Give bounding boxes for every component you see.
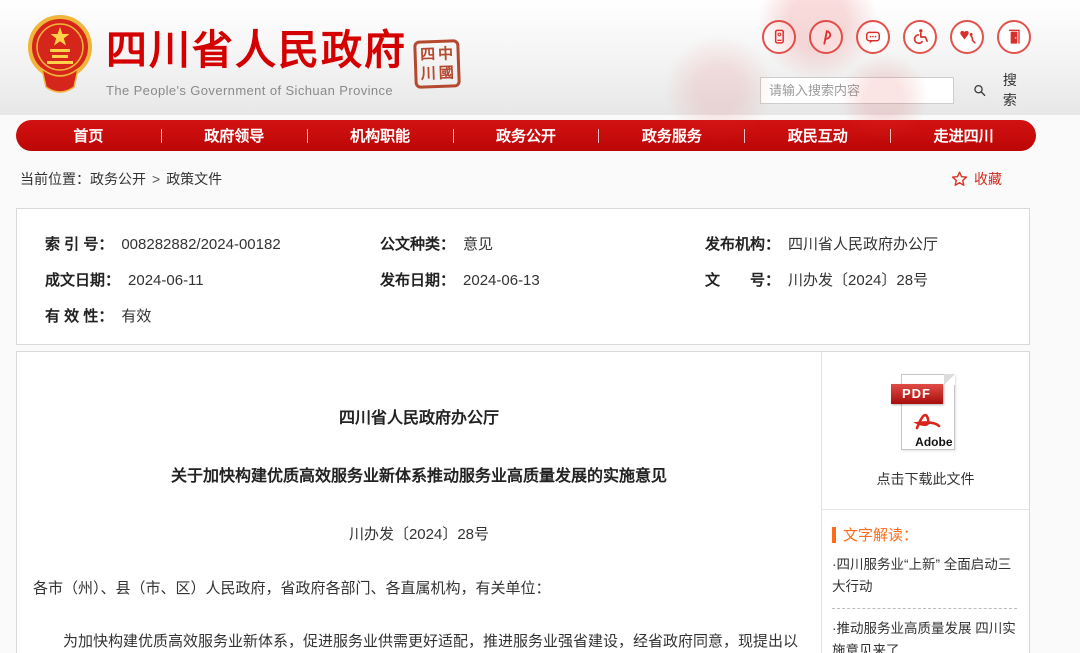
meta-label: 成文日期： <box>45 272 121 289</box>
site-title-link[interactable]: 四川省人民政府 The People's Government of Sichu… <box>106 16 407 98</box>
meta-label: 发布日期： <box>380 272 456 289</box>
site-title: 四川省人民政府 <box>106 27 407 73</box>
star-icon <box>951 171 968 186</box>
nav-item-home[interactable]: 首页 <box>16 125 161 146</box>
meta-field-doc-type: 公文种类： 意见 <box>380 233 705 254</box>
meta-field-written-date: 成文日期： 2024-06-11 <box>45 269 380 290</box>
interpretation-link-2[interactable]: ·推动服务业高质量发展 四川实施意见来了 <box>832 618 1017 653</box>
meta-field-validity: 有 效 性： 有效 <box>45 305 380 326</box>
meta-label: 发布机构： <box>705 236 781 253</box>
meta-value: 意见 <box>463 236 494 253</box>
care-icon[interactable] <box>950 20 984 54</box>
site-header: 四川省人民政府 The People's Government of Sichu… <box>0 0 1080 140</box>
interpretation-title: 文字解读： <box>843 527 919 544</box>
interpretation-link-1[interactable]: ·四川服务业“上新” 全面启动三大行动 <box>832 554 1017 609</box>
door-icon[interactable] <box>997 20 1031 54</box>
pdf-badge: PDF <box>890 384 943 404</box>
document-sidebar: PDF Adobe 点击下载此文件 文字解读： ·四川服务业“上新” 全面启动三… <box>821 352 1029 653</box>
document-title: 关于加快构建优质高效服务业新体系推动服务业高质量发展的实施意见 <box>170 468 667 485</box>
meta-field-index-no: 索 引 号： 008282882/2024-00182 <box>45 233 380 254</box>
meta-value: 2024-06-13 <box>463 272 540 289</box>
search-bar: 搜 索 <box>760 70 1032 110</box>
meta-label: 索 引 号： <box>45 236 114 253</box>
orange-bar-icon <box>832 526 836 543</box>
search-input[interactable] <box>760 76 954 104</box>
search-button[interactable]: 搜 索 <box>972 70 1032 110</box>
p-badge-icon[interactable] <box>809 20 843 54</box>
breadcrumb-item-gov-info[interactable]: 政务公开 <box>90 169 146 189</box>
breadcrumb-separator: > <box>152 171 161 187</box>
interpretation-section: 文字解读： ·四川服务业“上新” 全面启动三大行动 ·推动服务业高质量发展 四川… <box>822 510 1029 653</box>
nav-item-leaders[interactable]: 政府领导 <box>162 125 307 146</box>
meta-value: 四川省人民政府办公厅 <box>788 236 939 253</box>
pdf-brand-label: Adobe <box>915 435 953 449</box>
seal-char: 國 <box>438 64 455 82</box>
search-button-label: 搜 索 <box>1002 72 1021 108</box>
meta-field-doc-number: 文 号： 川办发〔2024〕28号 <box>705 269 1011 290</box>
breadcrumb: 当前位置： 政务公开 > 政策文件 收藏 <box>20 168 1030 190</box>
search-icon <box>974 84 986 96</box>
meta-value: 2024-06-11 <box>128 272 204 289</box>
seal-char: 中 <box>437 45 454 63</box>
document-salutation: 各市（州）、县（市、区）人民政府，省政府各部门、各直属机构，有关单位： <box>33 580 551 597</box>
download-pdf-button[interactable]: PDF Adobe 点击下载此文件 <box>822 352 1029 489</box>
message-icon[interactable] <box>856 20 890 54</box>
nav-item-services[interactable]: 政务服务 <box>599 125 744 146</box>
accessibility-icon[interactable] <box>903 20 937 54</box>
nav-item-about-sichuan[interactable]: 走进四川 <box>891 125 1036 146</box>
site-subtitle: The People's Government of Sichuan Provi… <box>106 83 394 98</box>
nav-item-functions[interactable]: 机构职能 <box>308 125 453 146</box>
meta-label: 有 效 性： <box>45 308 114 325</box>
meta-label: 公文种类： <box>380 236 456 253</box>
document-paragraph: 为加快构建优质高效服务业新体系，促进服务业供需更好适配，推进服务业强省建设，经省… <box>63 632 799 650</box>
pdf-file-icon: PDF Adobe <box>889 372 963 456</box>
acrobat-swirl-icon <box>912 413 940 430</box>
breadcrumb-label: 当前位置： <box>20 171 90 187</box>
national-emblem-icon[interactable] <box>26 13 94 103</box>
meta-value: 有效 <box>121 308 152 325</box>
mobile-icon[interactable] <box>762 20 796 54</box>
favorite-button[interactable]: 收藏 <box>950 169 1002 189</box>
seal-char: 川 <box>420 65 437 83</box>
download-label: 点击下载此文件 <box>876 471 975 487</box>
document-body: 四川省人民政府办公厅 关于加快构建优质高效服务业新体系推动服务业高质量发展的实施… <box>17 352 821 653</box>
meta-label: 文 号： <box>705 272 781 289</box>
pdf-fold-corner <box>943 374 955 385</box>
quick-icon-bar <box>762 20 1031 54</box>
sichuan-china-seal-icon: 四 中 川 國 <box>413 39 461 89</box>
seal-char: 四 <box>419 46 436 64</box>
meta-field-publish-date: 发布日期： 2024-06-13 <box>380 269 705 290</box>
nav-item-interaction[interactable]: 政民互动 <box>745 125 890 146</box>
document-number: 川办发〔2024〕28号 <box>348 526 490 543</box>
meta-value: 008282882/2024-00182 <box>121 236 281 253</box>
breadcrumb-item-policy-files[interactable]: 政策文件 <box>166 169 222 189</box>
meta-value: 川办发〔2024〕28号 <box>788 272 929 289</box>
document-agency: 四川省人民政府办公厅 <box>338 410 499 427</box>
nav-item-gov-info[interactable]: 政务公开 <box>454 125 599 146</box>
favorite-label: 收藏 <box>974 171 1002 187</box>
interpretation-title-row: 文字解读： <box>832 524 1017 545</box>
document-meta-panel: 索 引 号： 008282882/2024-00182 公文种类： 意见 发布机构：… <box>16 208 1030 345</box>
document-content-panel: 四川省人民政府办公厅 关于加快构建优质高效服务业新体系推动服务业高质量发展的实施… <box>16 351 1030 653</box>
meta-field-issuer: 发布机构： 四川省人民政府办公厅 <box>705 233 1011 254</box>
main-nav: 首页 政府领导 机构职能 政务公开 政务服务 政民互动 走进四川 <box>16 120 1036 151</box>
